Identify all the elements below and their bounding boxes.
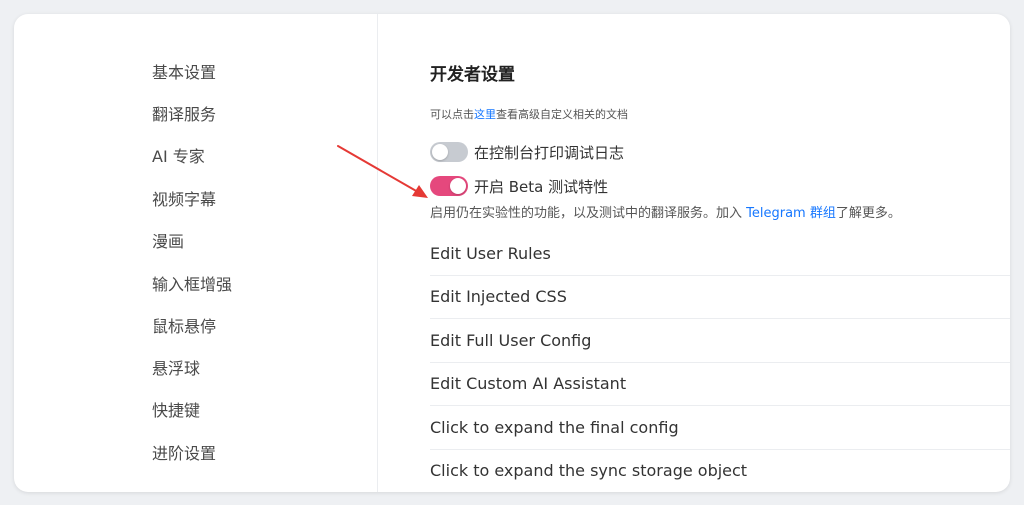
sidebar-item-basic[interactable]: 基本设置	[152, 62, 216, 84]
edit-custom-ai-assistant-item[interactable]: Edit Custom AI Assistant	[430, 363, 1010, 406]
expand-sync-storage-item[interactable]: Click to expand the sync storage object	[430, 450, 1010, 493]
settings-card: 基本设置 翻译服务 AI 专家 视频字幕 漫画 输入框增强 鼠标悬停 悬浮球 快…	[14, 14, 1010, 492]
debug-log-toggle[interactable]	[430, 142, 468, 162]
doc-hint: 可以点击这里查看高级自定义相关的文档	[430, 107, 628, 123]
edit-injected-css-item[interactable]: Edit Injected CSS	[430, 276, 1010, 319]
toggle-knob	[432, 144, 448, 160]
doc-hint-prefix: 可以点击	[430, 108, 474, 121]
beta-desc-suffix: 了解更多。	[835, 206, 901, 221]
beta-features-label: 开启 Beta 测试特性	[474, 177, 609, 196]
sidebar-item-ai-expert[interactable]: AI 专家	[152, 146, 205, 168]
debug-log-label: 在控制台打印调试日志	[474, 143, 625, 162]
beta-features-row: 开启 Beta 测试特性	[430, 174, 608, 198]
debug-log-row: 在控制台打印调试日志	[430, 140, 624, 164]
sidebar-item-comics[interactable]: 漫画	[152, 231, 184, 253]
telegram-group-link[interactable]: Telegram 群组	[746, 206, 836, 221]
sidebar-item-translation-service[interactable]: 翻译服务	[152, 104, 216, 126]
toggle-knob	[450, 178, 466, 194]
sidebar-item-shortcuts[interactable]: 快捷键	[152, 400, 200, 422]
beta-description: 启用仍在实验性的功能，以及测试中的翻译服务。加入 Telegram 群组了解更多…	[430, 205, 901, 223]
beta-desc-prefix: 启用仍在实验性的功能，以及测试中的翻译服务。加入	[430, 206, 747, 221]
sidebar-item-floating-ball[interactable]: 悬浮球	[152, 358, 200, 380]
doc-hint-suffix: 查看高级自定义相关的文档	[496, 108, 628, 121]
sidebar-item-advanced[interactable]: 进阶设置	[152, 443, 216, 465]
docs-link[interactable]: 这里	[474, 108, 496, 121]
edit-full-user-config-item[interactable]: Edit Full User Config	[430, 319, 1010, 363]
expand-final-config-item[interactable]: Click to expand the final config	[430, 406, 1010, 450]
sidebar-item-mouse-hover[interactable]: 鼠标悬停	[152, 316, 216, 338]
sidebar-nav: 基本设置 翻译服务 AI 专家 视频字幕 漫画 输入框增强 鼠标悬停 悬浮球 快…	[14, 14, 378, 492]
beta-features-toggle[interactable]	[430, 176, 468, 196]
sidebar-item-video-subtitles[interactable]: 视频字幕	[152, 189, 216, 211]
sidebar-item-input-enhance[interactable]: 输入框增强	[152, 274, 232, 296]
developer-settings-panel: 开发者设置 可以点击这里查看高级自定义相关的文档 在控制台打印调试日志 开启 B…	[430, 14, 1010, 492]
page-title: 开发者设置	[430, 65, 515, 85]
edit-user-rules-item[interactable]: Edit User Rules	[430, 232, 1010, 276]
